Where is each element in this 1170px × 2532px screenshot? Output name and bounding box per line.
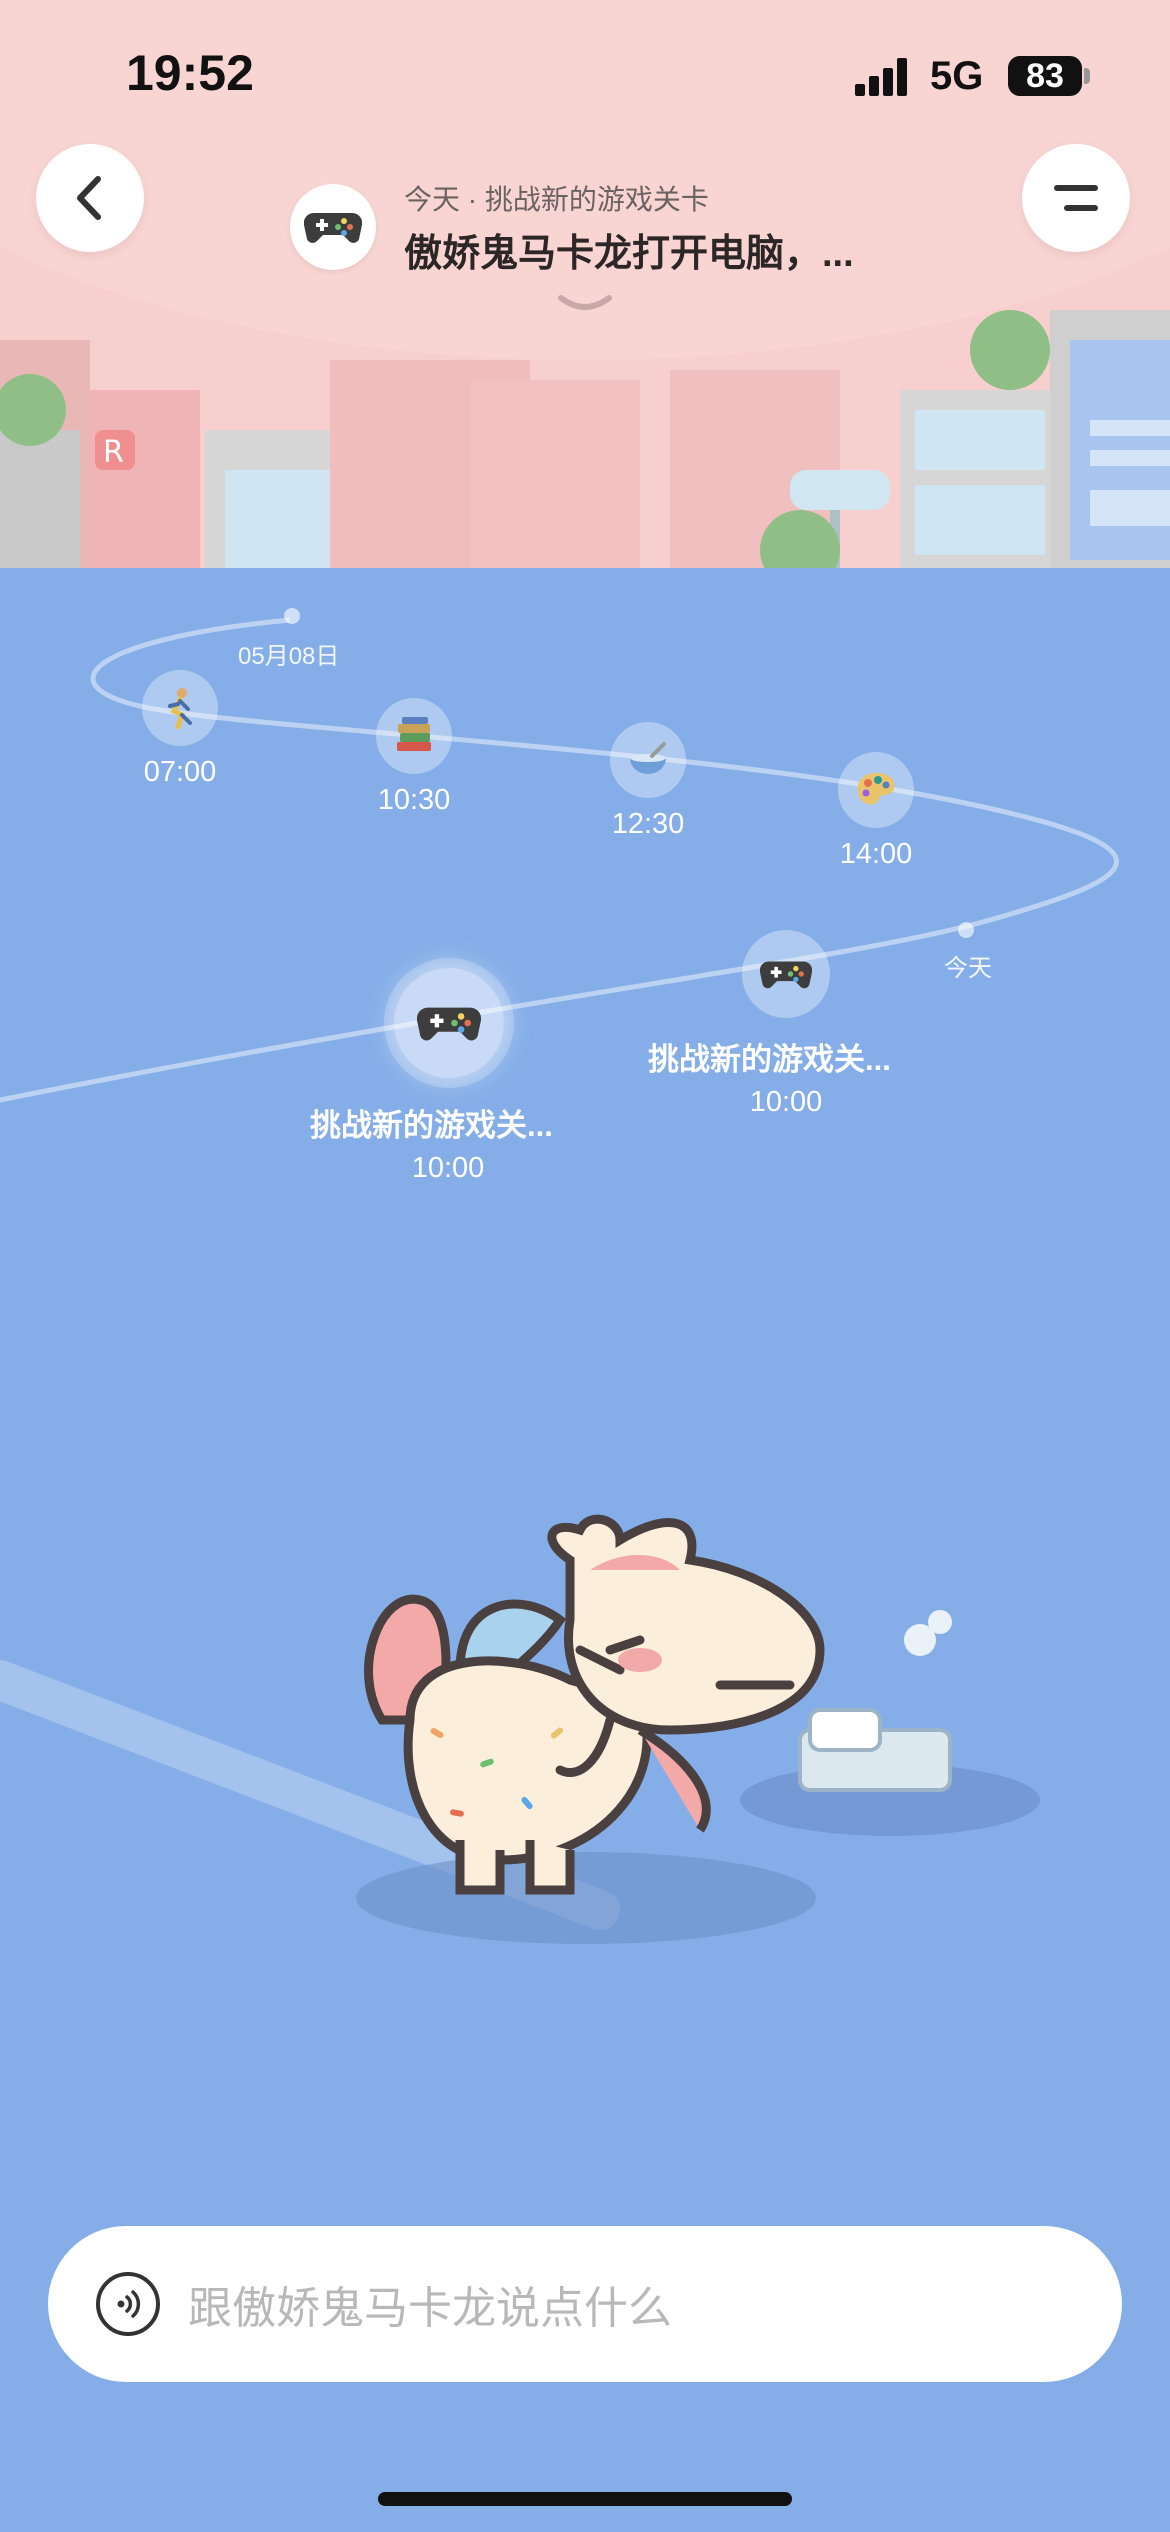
- timeline-time: 10:00: [749, 1086, 823, 1118]
- timeline-item-1400[interactable]: [838, 752, 914, 828]
- date-dot: [284, 608, 300, 624]
- timeline-item-game[interactable]: [742, 930, 830, 1018]
- timeline-item-1030[interactable]: [376, 698, 452, 774]
- timeline-label: 挑战新的游戏关...: [648, 1042, 891, 1077]
- timeline-item-0700[interactable]: [142, 670, 218, 746]
- running-person-icon: [168, 688, 192, 730]
- battery-level: 83: [1008, 56, 1082, 96]
- pull-down-indicator[interactable]: [555, 292, 615, 316]
- home-indicator[interactable]: [378, 2492, 792, 2506]
- status-time: 19:52: [126, 45, 254, 101]
- timeline-time: 10:00: [411, 1152, 485, 1184]
- menu-button[interactable]: [1022, 144, 1130, 252]
- menu-icon: [1054, 185, 1098, 211]
- timeline-time: 14:00: [839, 838, 913, 870]
- date-marker: 05月08日: [238, 643, 340, 670]
- books-icon: [397, 717, 431, 751]
- voice-input-button[interactable]: [96, 2272, 160, 2336]
- battery-cap: [1084, 68, 1090, 84]
- timeline-item-current[interactable]: [394, 968, 504, 1078]
- activity-avatar[interactable]: [290, 184, 376, 270]
- svg-text:R: R: [103, 435, 124, 470]
- header-title[interactable]: 傲娇鬼马卡龙打开电脑，...: [404, 222, 854, 277]
- today-dot: [958, 922, 974, 938]
- voice-wave-icon: [117, 2290, 141, 2318]
- game-controller-icon: [417, 1007, 481, 1041]
- chat-input-bar[interactable]: 跟傲娇鬼马卡龙说点什么: [48, 2226, 1122, 2382]
- status-bar: 19:52 5G 83: [0, 0, 1170, 150]
- today-marker: 今天: [944, 955, 992, 982]
- cellular-signal-icon: [855, 58, 907, 96]
- timeline-time: 07:00: [143, 756, 217, 788]
- city-illustration: R: [0, 310, 1170, 580]
- dragon-mascot[interactable]: [340, 1500, 1060, 1970]
- bowl-icon: [630, 742, 666, 774]
- water-edge: [0, 568, 1170, 580]
- header-subtitle: 今天 · 挑战新的游戏关卡: [404, 184, 709, 215]
- timeline-time: 10:30: [377, 784, 451, 816]
- palette-icon: [857, 773, 895, 805]
- timeline-item-1230[interactable]: [610, 722, 686, 798]
- game-controller-icon: [304, 212, 362, 243]
- chevron-left-icon: [77, 176, 101, 220]
- timeline-label: 挑战新的游戏关...: [310, 1108, 553, 1143]
- back-button[interactable]: [36, 144, 144, 252]
- chat-input-placeholder[interactable]: 跟傲娇鬼马卡龙说点什么: [188, 2272, 672, 2336]
- game-controller-icon: [760, 961, 812, 989]
- timeline-time: 12:30: [611, 808, 685, 840]
- network-type: 5G: [930, 54, 984, 98]
